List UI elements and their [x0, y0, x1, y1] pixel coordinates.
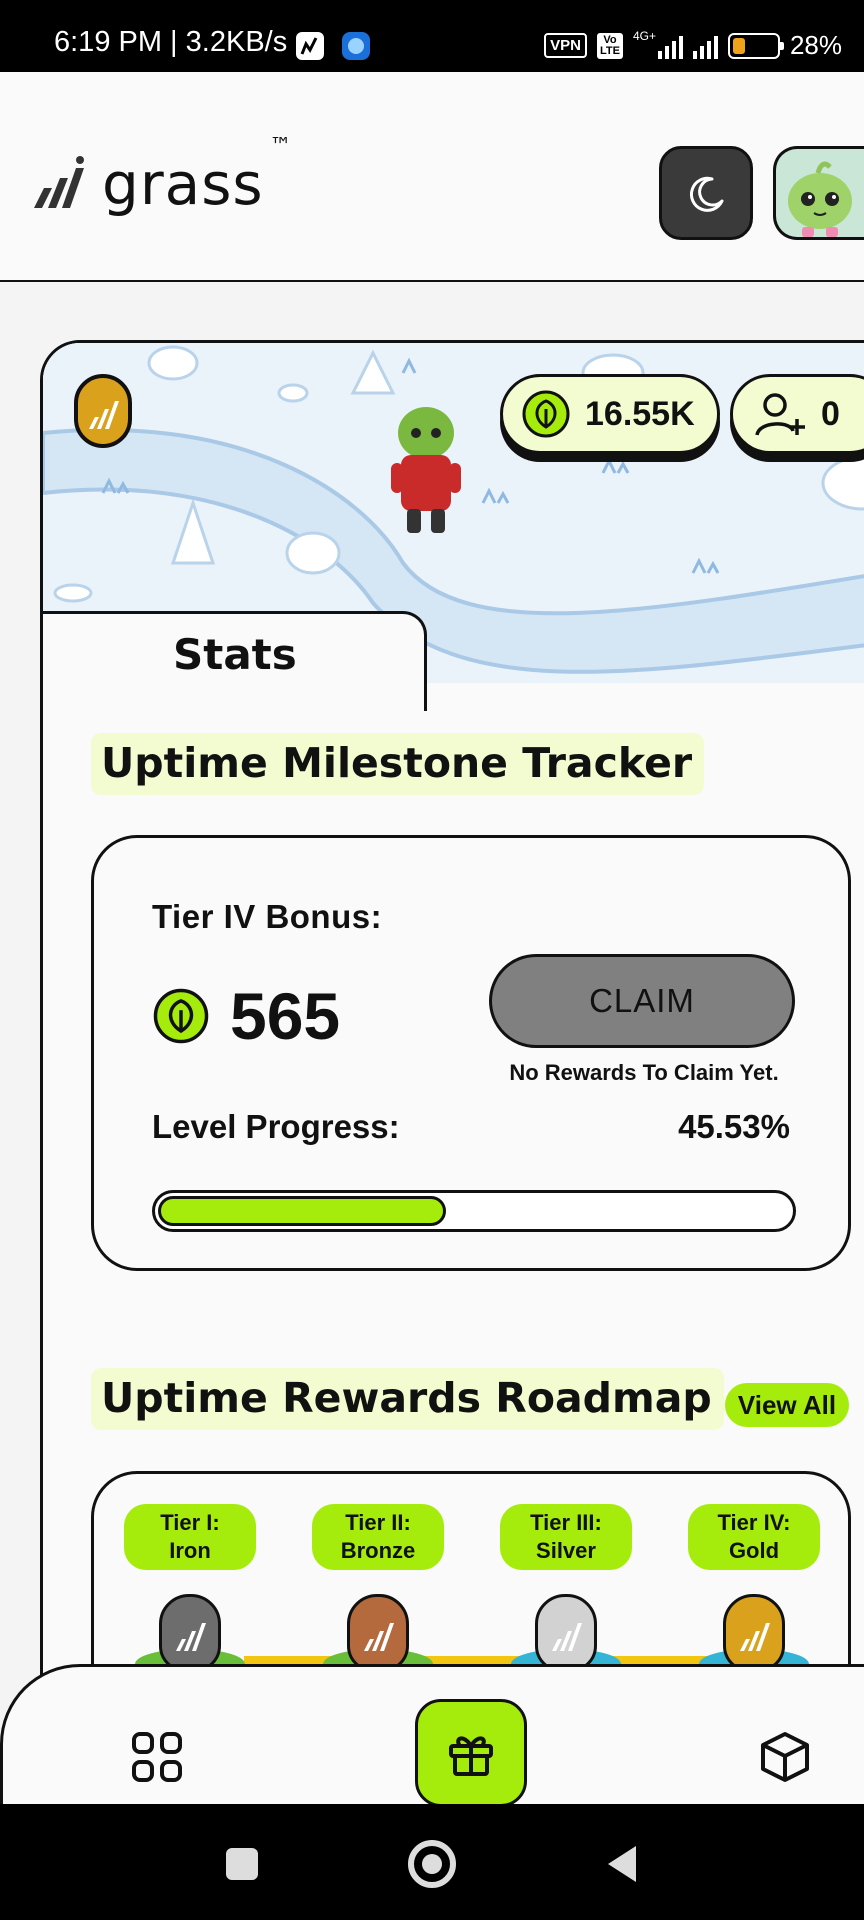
main-card: 16.55K 0 Stats Uptime Milestone Tracker …	[40, 340, 864, 1740]
milestone-section-title: Uptime Milestone Tracker	[91, 733, 705, 795]
tier-medal-icon	[347, 1594, 409, 1672]
nav-dashboard-button[interactable]	[127, 1727, 187, 1787]
view-all-button[interactable]: View All	[725, 1383, 849, 1427]
bonus-value: 565	[230, 979, 341, 1053]
home-button-dot	[422, 1854, 442, 1874]
roadmap-section-title: Uptime Rewards Roadmap	[91, 1368, 724, 1430]
bonus-row: 565	[152, 978, 340, 1054]
nav-inventory-button[interactable]	[755, 1727, 815, 1787]
status-time: 6:19 PM | 3.2KB/s	[54, 26, 288, 58]
tab-stats-label: Stats	[173, 630, 297, 679]
network-type: 4G+	[632, 28, 656, 43]
bottom-navigation	[0, 1664, 864, 1807]
cube-icon	[761, 1732, 809, 1782]
tier-chip-level: Gold	[728, 1538, 780, 1563]
tier-chip[interactable]: Tier IV: Gold	[688, 1504, 820, 1570]
referral-count: 0	[821, 394, 840, 433]
tier-chip-level: Bronze	[340, 1538, 416, 1563]
tier-chip-name: Tier III:	[530, 1510, 602, 1535]
roadmap-path	[244, 1656, 724, 1664]
claim-button[interactable]: CLAIM	[489, 954, 795, 1048]
volte-icon: Vo LTE	[596, 32, 623, 59]
points-balance: 16.55K	[585, 394, 695, 433]
leaf-icon	[522, 390, 570, 438]
tier-chip-level: Silver	[536, 1538, 596, 1563]
leaf-icon	[153, 988, 209, 1044]
level-progress-value: 45.53%	[678, 1108, 790, 1145]
green-creature-avatar	[788, 161, 852, 237]
tier-medal-icon	[535, 1594, 597, 1672]
tier-chip-level: Iron	[169, 1538, 211, 1563]
tier-bonus-label: Tier IV Bonus:	[152, 898, 383, 935]
signal-icon	[692, 33, 718, 59]
tier-medal-icon	[723, 1594, 785, 1672]
milestone-card: Tier IV Bonus: 565 CLAIM No Rewards To C…	[91, 835, 851, 1271]
system-navigation-bar	[0, 1804, 864, 1920]
app-notification-icon	[342, 32, 370, 60]
level-progress-label: Level Progress:	[152, 1108, 400, 1145]
back-button[interactable]	[604, 1844, 638, 1888]
theme-toggle-button[interactable]	[659, 146, 753, 240]
claim-status-text: No Rewards To Claim Yet.	[509, 1060, 779, 1085]
gift-icon	[449, 1736, 493, 1776]
grid-icon	[132, 1732, 182, 1782]
nav-rewards-button[interactable]	[415, 1699, 527, 1807]
tier-chip[interactable]: Tier I: Iron	[124, 1504, 256, 1570]
logo-text: grass™	[102, 134, 293, 218]
level-progress-fill	[158, 1196, 446, 1226]
app-header: grass™	[0, 72, 864, 282]
vpn-icon: VPN	[544, 33, 587, 58]
tier-chip-name: Tier IV:	[717, 1510, 791, 1535]
referrals-pill[interactable]: 0	[730, 374, 864, 454]
tier-chip-name: Tier I:	[160, 1510, 220, 1535]
tier-medal-icon	[159, 1594, 221, 1672]
signal-icon	[657, 33, 683, 59]
battery-percentage: 28%	[789, 30, 842, 60]
points-balance-pill[interactable]: 16.55K	[500, 374, 720, 454]
tier-chip[interactable]: Tier III: Silver	[500, 1504, 632, 1570]
recents-button[interactable]	[226, 1848, 258, 1880]
level-progress-bar	[152, 1190, 796, 1232]
status-bar: 6:19 PM | 3.2KB/s VPN Vo LTE 4G+ 28%	[0, 0, 864, 72]
grass-logo-icon	[34, 156, 84, 208]
tier-chip[interactable]: Tier II: Bronze	[312, 1504, 444, 1570]
app-notification-icon	[296, 32, 324, 60]
grass-logo[interactable]: grass™	[30, 134, 293, 218]
add-user-icon	[755, 393, 805, 436]
moon-icon	[689, 176, 724, 212]
battery-icon	[727, 32, 784, 59]
home-button[interactable]	[408, 1840, 456, 1888]
back-icon	[608, 1846, 636, 1882]
tier-badge-icon[interactable]	[73, 373, 133, 449]
tier-chip-name: Tier II:	[345, 1510, 411, 1535]
avatar[interactable]	[773, 146, 864, 240]
